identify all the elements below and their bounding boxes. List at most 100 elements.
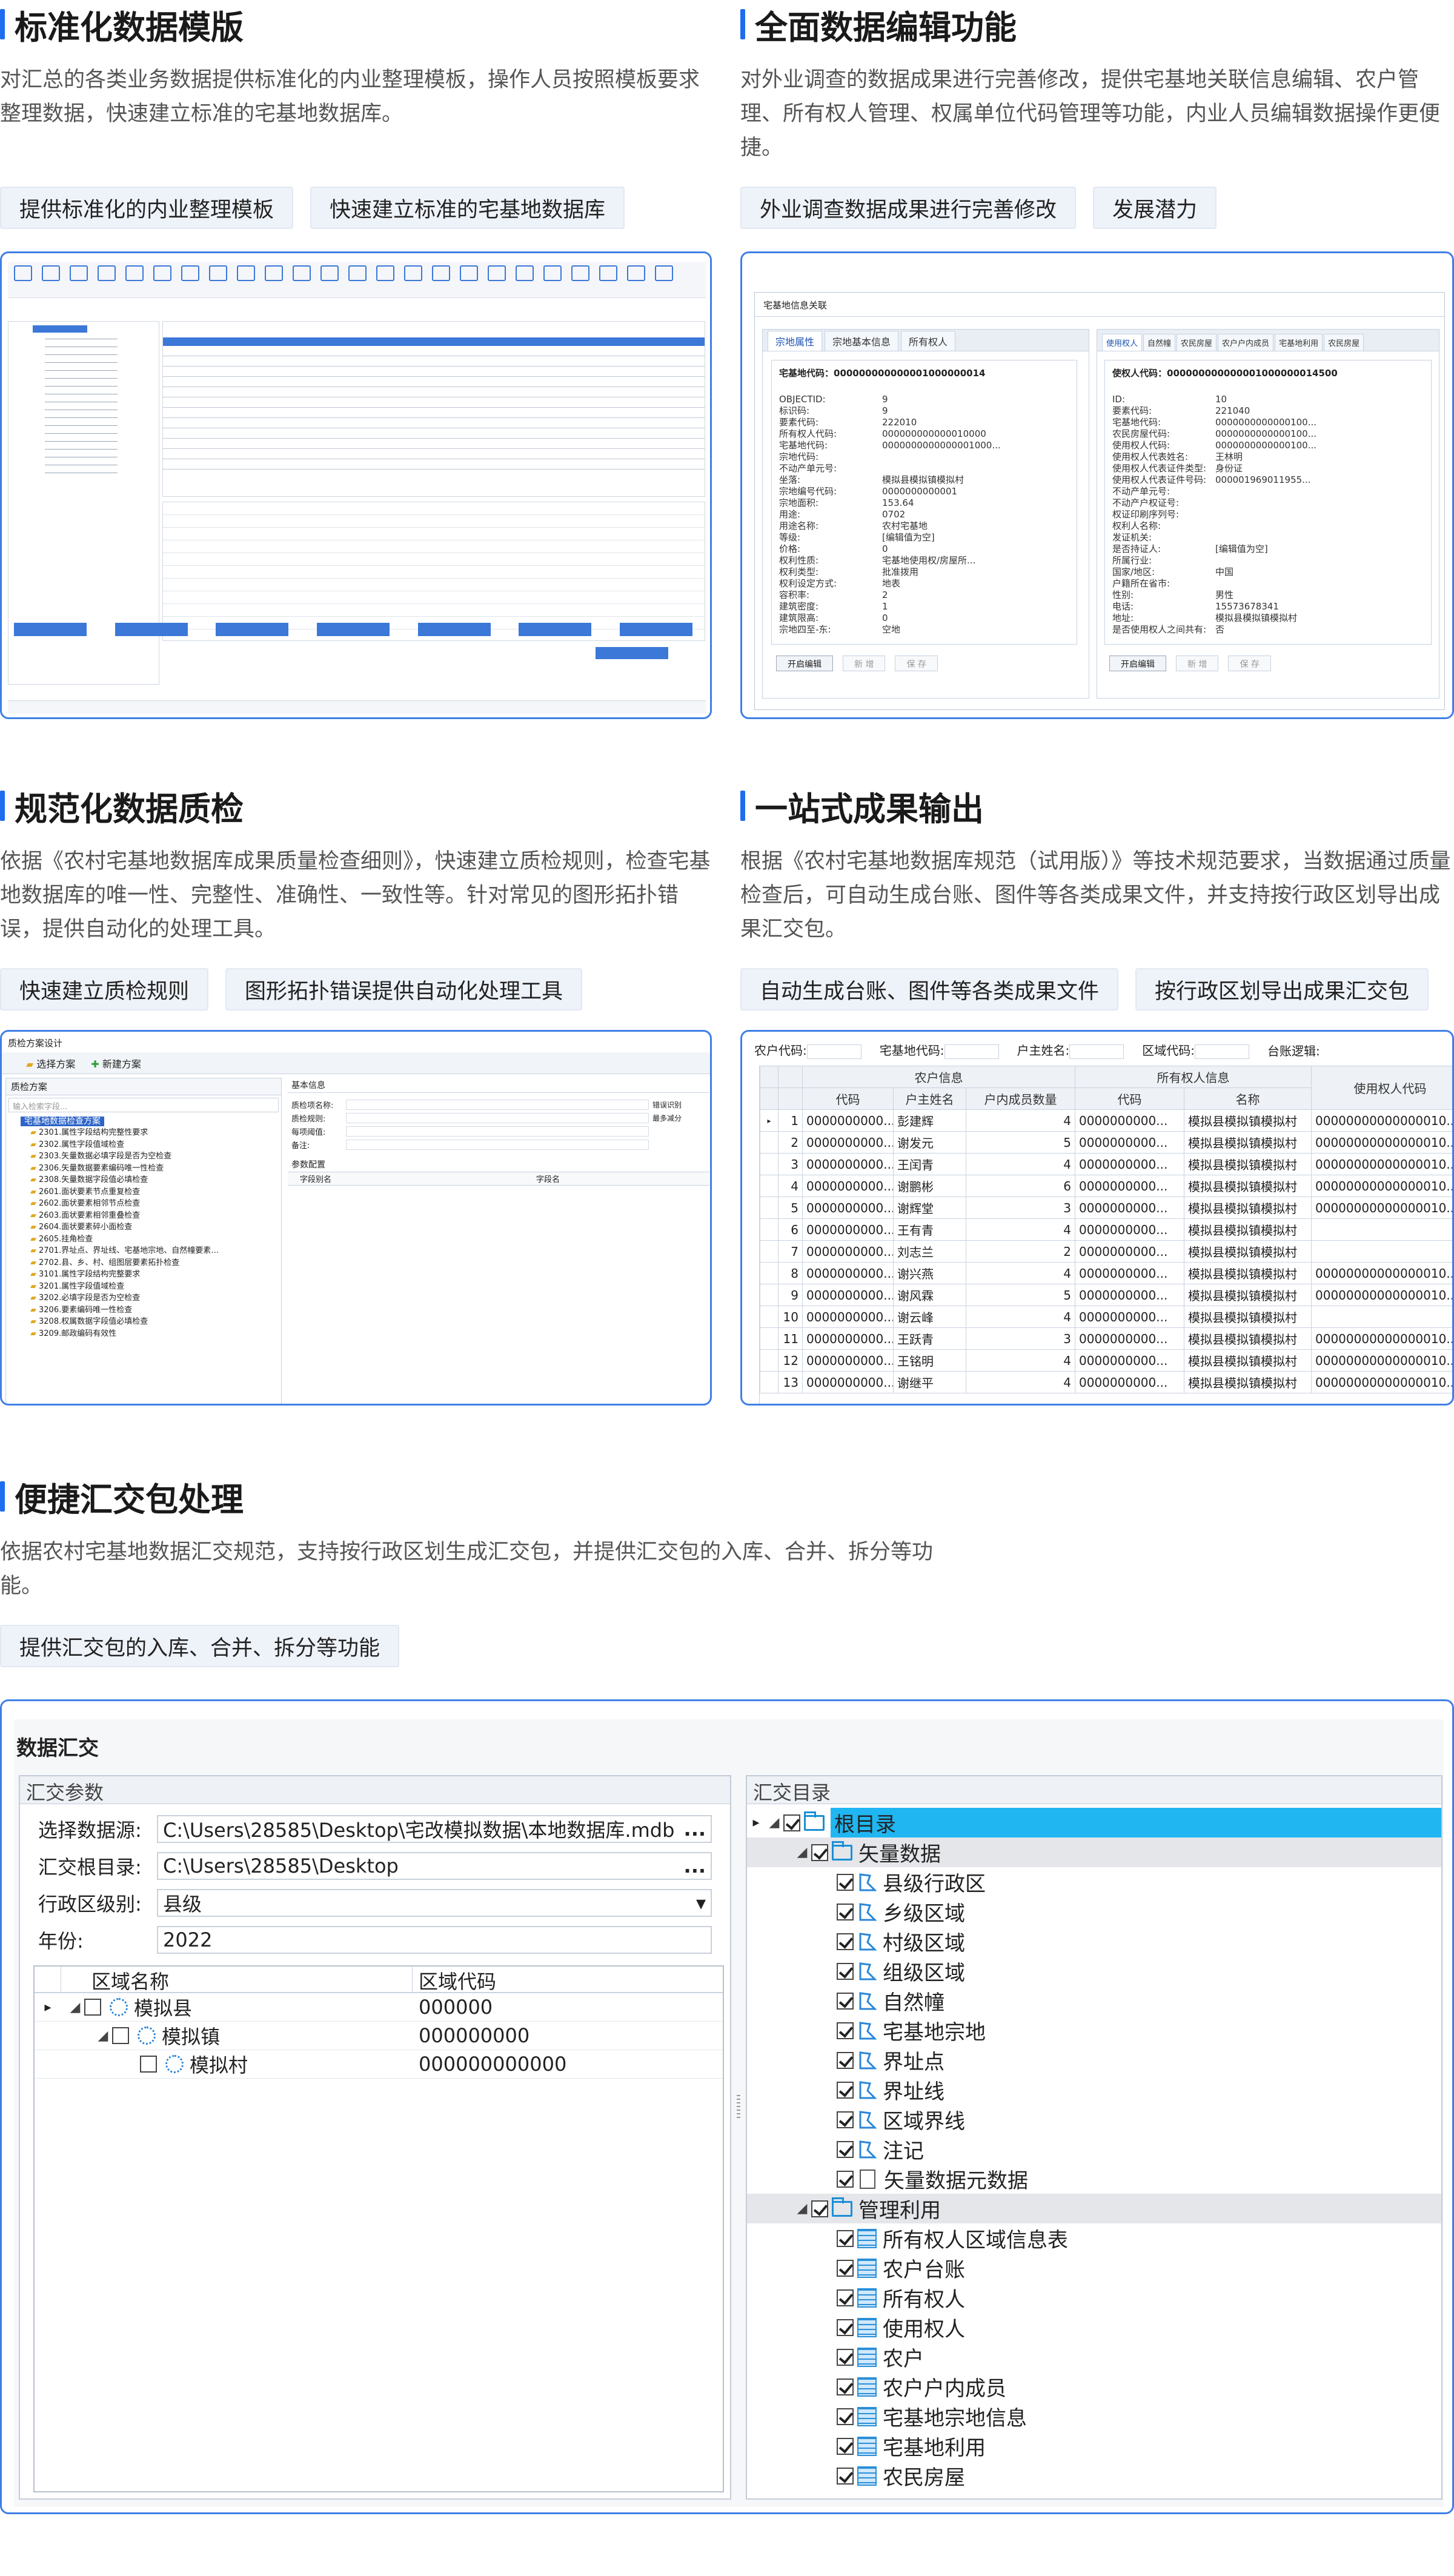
record-field[interactable]: 使用权人代表证件类型: 身份证 <box>1112 463 1424 474</box>
table-row[interactable]: 10 0000000000... 谢云峰 4 0000000000... 模拟县模拟镇模拟… <box>760 1306 1452 1328</box>
checkbox[interactable] <box>837 2348 854 2366</box>
table-cell[interactable] <box>1311 1218 1452 1241</box>
record-field[interactable]: 农民房屋代码: 0000000000000100... <box>1112 428 1424 440</box>
qc-rule-item[interactable]: ▰ 3202.必填字段是否为空检查 <box>8 1292 279 1304</box>
record-field[interactable]: 价格: 0 <box>779 543 1069 555</box>
record-field[interactable]: 坐落: 模拟县模拟镇模拟村 <box>779 474 1069 486</box>
checkbox[interactable] <box>84 1999 101 2016</box>
checkbox[interactable] <box>837 1903 854 1920</box>
checkbox[interactable] <box>112 2027 129 2044</box>
table-cell[interactable]: 0000000000... <box>802 1327 894 1350</box>
table-cell[interactable]: 4 <box>778 1175 803 1197</box>
qc-rule-item[interactable]: ▰ 2605.挂角检查 <box>8 1233 279 1246</box>
table-row[interactable]: 6 0000000000... 王有青 4 0000000000... 模拟县模拟镇模拟村 <box>760 1218 1452 1241</box>
catalog-node[interactable]: ▸ ◢ 根目录 <box>747 1808 1441 1837</box>
record-field[interactable]: 宅基地代码: 0000000000000001000... <box>779 440 1069 451</box>
region-row[interactable]: 模拟村 000000000000 <box>35 2050 723 2079</box>
qc-rule-item[interactable]: ▰ 2302.属性字段值域检查 <box>8 1139 279 1151</box>
expand-icon[interactable]: ◢ <box>793 2201 811 2216</box>
add-button[interactable]: 新 增 <box>1176 656 1219 671</box>
record-field[interactable]: 户籍所在省市: <box>1112 578 1424 589</box>
record-field[interactable]: 使用权人代表证件号码: 000001969011955... <box>1112 474 1424 486</box>
table-cell[interactable]: 王铭明 <box>893 1349 966 1372</box>
qc-rule-item[interactable]: ▰ 2701.界址点、界址线、宅基地宗地、自然幢要素… <box>8 1245 279 1257</box>
qc-search-input[interactable]: 输入检索字段... <box>8 1098 279 1112</box>
catalog-node[interactable]: 宅基地宗地 <box>747 2016 1441 2045</box>
table-cell[interactable]: 0000000000... <box>802 1109 894 1132</box>
record-field[interactable]: 权利性质: 宅基地使用权/房屋所... <box>779 555 1069 566</box>
catalog-node[interactable]: 乡级区域 <box>747 1897 1441 1927</box>
template-detail-form[interactable] <box>162 502 705 641</box>
region-row[interactable]: ▸ ◢ 模拟县 000000 <box>35 1993 723 2022</box>
start-edit-button[interactable]: 开启编辑 <box>776 656 833 671</box>
table-cell[interactable]: 谢云峰 <box>893 1306 966 1328</box>
record-field[interactable]: 所属行业: <box>1112 555 1424 566</box>
template-confirm-button[interactable] <box>596 647 668 659</box>
table-row[interactable]: 7 0000000000... 刘志兰 2 0000000000... 模拟县模拟镇模拟村 <box>760 1240 1452 1263</box>
qc-rule-item[interactable]: ▰ 3101.属性字段结构完整要求 <box>8 1269 279 1281</box>
table-cell[interactable]: 模拟县模拟镇模拟村 <box>1184 1218 1312 1241</box>
record-field[interactable]: 是否持证人: [编辑值为空] <box>1112 543 1424 555</box>
table-cell[interactable]: 11 <box>778 1327 803 1350</box>
record-field[interactable]: 使用权人代码: 0000000000000100... <box>1112 440 1424 451</box>
catalog-node[interactable]: 宅基地宗地信息 <box>747 2402 1441 2431</box>
table-cell[interactable]: 模拟县模拟镇模拟村 <box>1184 1327 1312 1350</box>
table-cell[interactable]: 0000000000... <box>802 1153 894 1175</box>
table-cell[interactable]: 王有青 <box>893 1218 966 1241</box>
table-cell[interactable]: 00000000000000010... <box>1311 1371 1452 1393</box>
record-field[interactable]: 地址: 模拟县模拟镇模拟村 <box>1112 612 1424 624</box>
catalog-node[interactable]: 所有权人 <box>747 2283 1441 2312</box>
table-cell[interactable]: 6 <box>966 1175 1075 1197</box>
qc-basic-field[interactable]: 每项阈值: <box>291 1124 706 1138</box>
field-input[interactable] <box>346 1099 649 1110</box>
record-field[interactable]: OBJECTID: 9 <box>779 394 1069 405</box>
record-field[interactable]: 宗地代码: <box>779 451 1069 463</box>
table-cell[interactable]: 谢发元 <box>893 1131 966 1154</box>
table-cell[interactable]: 彭建辉 <box>893 1109 966 1132</box>
table-row[interactable]: 3 0000000000... 王闰青 4 0000000000... 模拟县模拟镇模拟村… <box>760 1153 1452 1175</box>
record-field[interactable]: 宗地面积: 153.64 <box>779 497 1069 509</box>
table-cell[interactable]: 0000000000... <box>802 1131 894 1154</box>
checkbox[interactable] <box>837 2289 854 2306</box>
record-field[interactable]: 发证机关: <box>1112 532 1424 543</box>
tab-house-2[interactable]: 农民房屋 <box>1324 334 1364 351</box>
template-grid[interactable] <box>162 321 705 497</box>
record-field[interactable]: 建筑密度: 1 <box>779 601 1069 612</box>
table-cell[interactable]: 1 <box>778 1109 803 1132</box>
start-edit-button[interactable]: 开启编辑 <box>1109 656 1166 671</box>
catalog-node[interactable]: 宅基地利用 <box>747 2431 1441 2461</box>
table-cell[interactable]: 8 <box>778 1262 803 1284</box>
table-cell[interactable]: 谢鹏彬 <box>893 1175 966 1197</box>
table-cell[interactable]: 5 <box>966 1131 1075 1154</box>
record-field[interactable]: 所有权人代码: 000000000000010000 <box>779 428 1069 440</box>
catalog-node[interactable]: 农户 <box>747 2342 1441 2372</box>
record-field[interactable]: 国家/地区: 中国 <box>1112 566 1424 578</box>
table-cell[interactable]: 模拟县模拟镇模拟村 <box>1184 1175 1312 1197</box>
table-cell[interactable]: 0000000000... <box>1075 1284 1184 1306</box>
col-region-code[interactable]: 区域代码 <box>413 1967 496 1993</box>
table-cell[interactable]: 0000000000... <box>1075 1327 1184 1350</box>
col-region-name[interactable]: 区域名称 <box>61 1967 413 1993</box>
table-cell[interactable]: 模拟县模拟镇模拟村 <box>1184 1131 1312 1154</box>
table-cell[interactable]: 4 <box>966 1371 1075 1393</box>
tab-owner[interactable]: 所有权人 <box>901 331 956 351</box>
catalog-node[interactable]: ◢ 管理利用 <box>747 2194 1441 2223</box>
table-cell[interactable]: 4 <box>966 1349 1075 1372</box>
catalog-node[interactable]: 组级区域 <box>747 1956 1441 1986</box>
col-user-code[interactable]: 使用权人代码 <box>1311 1066 1452 1110</box>
table-cell[interactable]: 3 <box>966 1327 1075 1350</box>
checkbox[interactable] <box>837 2378 854 2395</box>
checkbox[interactable] <box>837 2467 854 2485</box>
tab-building[interactable]: 自然幢 <box>1143 334 1176 351</box>
qc-rule-item[interactable]: ▰ 2301.属性字段结构完整性要求 <box>8 1127 279 1139</box>
qc-rule-item[interactable]: ▰ 2306.矢量数据要素编码唯一性检查 <box>8 1163 279 1175</box>
splitter-handle[interactable] <box>737 2095 740 2119</box>
add-button[interactable]: 新 增 <box>843 656 886 671</box>
table-cell[interactable]: 王闰青 <box>893 1153 966 1175</box>
record-field[interactable]: 不动产户权证号: <box>1112 497 1424 509</box>
record-field[interactable]: 宗地四至-东: 空地 <box>779 624 1069 636</box>
catalog-node[interactable]: 界址线 <box>747 2075 1441 2105</box>
table-cell[interactable]: 0000000000... <box>802 1349 894 1372</box>
record-field[interactable]: 宗地编号代码: 0000000000001 <box>779 486 1069 497</box>
qc-rule-item[interactable]: ▰ 3209.邮政编码有效性 <box>8 1328 279 1340</box>
